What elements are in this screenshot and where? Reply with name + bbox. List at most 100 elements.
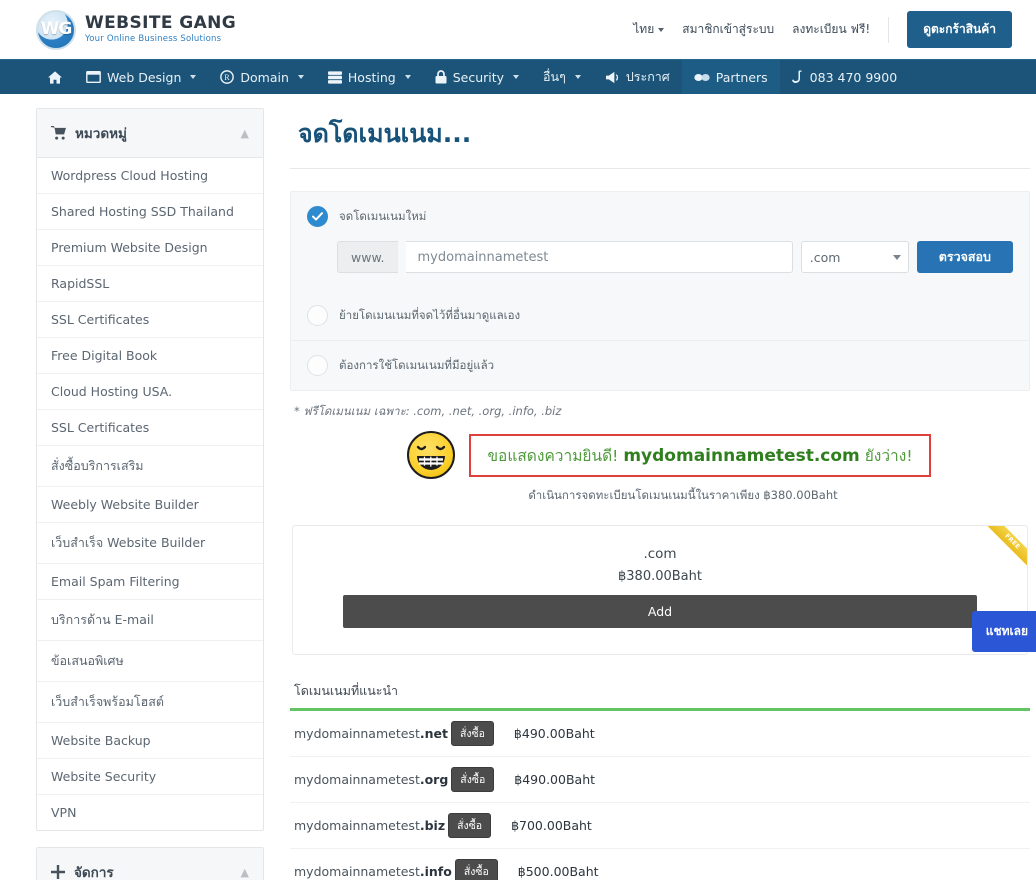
plus-icon: [51, 865, 65, 879]
radio-existing-domain[interactable]: [307, 355, 328, 376]
tld-card-name: .com: [643, 546, 677, 562]
sidebar-item-label: Shared Hosting SSD Thailand: [51, 204, 234, 219]
sidebar-item[interactable]: Website Backup: [37, 723, 263, 759]
tld-select-wrapper: .com .net .org .info .biz: [800, 241, 909, 273]
megaphone-icon: [605, 71, 620, 84]
sidebar-item-label: บริการด้าน E-mail: [51, 612, 154, 627]
language-selector[interactable]: ไทย: [633, 20, 665, 39]
option-label: จดโดเมนเนมใหม่: [339, 208, 427, 223]
sidebar-item-label: Weebly Website Builder: [51, 497, 199, 512]
nav-item-announcements[interactable]: ประกาศ: [593, 60, 682, 94]
order-button[interactable]: สั่งซื้อ: [451, 767, 495, 792]
nav-item-hosting[interactable]: Hosting: [316, 60, 423, 94]
nav-item-others[interactable]: อื่นๆ: [531, 60, 593, 94]
sidebar-item[interactable]: Wordpress Cloud Hosting: [37, 158, 263, 194]
sidebar-item-label: เว็บสำเร็จพร้อมโฮสต์: [51, 694, 164, 709]
sidebar-item[interactable]: Free Digital Book: [37, 338, 263, 374]
window-icon: [86, 71, 101, 83]
nav-label: Domain: [240, 69, 289, 85]
nav-item-home[interactable]: [36, 60, 74, 94]
suggestion-price: ฿500.00Baht: [517, 864, 599, 879]
suggestion-price: ฿490.00Baht: [514, 772, 596, 787]
sidebar-item-label: Website Security: [51, 769, 157, 784]
register-link[interactable]: ลงทะเบียน ฟรี!: [792, 20, 870, 39]
sidebar-item[interactable]: บริการด้าน E-mail: [37, 600, 263, 641]
sidebar-item[interactable]: Premium Website Design: [37, 230, 263, 266]
chevron-down-icon: [574, 75, 581, 79]
chevron-down-icon: [658, 27, 665, 32]
order-button[interactable]: สั่งซื้อ: [448, 813, 492, 838]
nav-item-phone[interactable]: 083 470 9900: [780, 60, 909, 94]
suggestion-domain: mydomainnametest.info: [294, 864, 452, 879]
sidebar-item[interactable]: Email Spam Filtering: [37, 564, 263, 600]
sidebar-item[interactable]: สั่งซื้อบริการเสริม: [37, 446, 263, 487]
corner-ribbon: FREE: [976, 526, 1027, 577]
chevron-up-icon[interactable]: ▲: [241, 127, 249, 140]
view-cart-button[interactable]: ดูตะกร้าสินค้า: [907, 11, 1012, 48]
sidebar-item[interactable]: Website Security: [37, 759, 263, 795]
sidebar-item-label: Premium Website Design: [51, 240, 208, 255]
sidebar-item[interactable]: ข้อเสนอพิเศษ: [37, 641, 263, 682]
sidebar-item-label: Email Spam Filtering: [51, 574, 180, 589]
nav-item-security[interactable]: Security: [423, 60, 531, 94]
suggestion-row: mydomainnametest.info สั่งซื้อ ฿500.00Ba…: [290, 849, 1030, 880]
option-new-domain[interactable]: จดโดเมนเนมใหม่: [291, 192, 1029, 241]
login-link[interactable]: สมาชิกเข้าสู่ระบบ: [682, 20, 774, 39]
suggestion-row: mydomainnametest.net สั่งซื้อ ฿490.00Bah…: [290, 711, 1030, 757]
sidebar-categories-header[interactable]: หมวดหมู่ ▲: [37, 109, 263, 158]
chevron-down-icon: [297, 75, 304, 79]
sidebar-item-label: Cloud Hosting USA.: [51, 384, 173, 399]
domain-name-input[interactable]: [405, 241, 793, 273]
suggestions-heading: โดเมนเนมที่แนะนำ: [294, 683, 399, 698]
domain-search-box: จดโดเมนเนมใหม่ www. .com .net .org .info…: [290, 191, 1030, 391]
nav-label: Security: [452, 69, 505, 85]
sidebar-manage-header[interactable]: จัดการ ▲: [37, 848, 263, 880]
availability-subtext: ดำเนินการจดทะเบียนโดเมนเนมนี้ในราคาเพียง…: [528, 488, 838, 502]
tld-card-price: ฿380.00Baht: [618, 569, 702, 584]
chevron-down-icon: [404, 75, 411, 79]
order-button[interactable]: สั่งซื้อ: [450, 721, 494, 746]
sidebar-item-label: Free Digital Book: [51, 348, 158, 363]
cart-icon: [51, 126, 66, 140]
tld-select[interactable]: .com .net .org .info .biz: [800, 241, 909, 273]
radio-transfer-domain[interactable]: [307, 305, 328, 326]
top-header-actions: ไทย สมาชิกเข้าสู่ระบบ ลงทะเบียน ฟรี! ดูต…: [633, 11, 1012, 48]
nav-item-web-design[interactable]: Web Design: [74, 60, 208, 94]
sidebar-item[interactable]: RapidSSL: [37, 266, 263, 302]
sidebar-item[interactable]: SSL Certificates: [37, 410, 263, 446]
chevron-up-icon[interactable]: ▲: [241, 866, 249, 879]
option-label: ต้องการใช้โดเมนเนมที่มีอยู่แล้ว: [339, 357, 495, 372]
page-root: WG WEBSITE GANG Your Online Business Sol…: [0, 0, 1036, 880]
suggestion-row: mydomainnametest.org สั่งซื้อ ฿490.00Bah…: [290, 757, 1030, 803]
top-header: WG WEBSITE GANG Your Online Business Sol…: [0, 0, 1036, 59]
nav-label: Web Design: [107, 69, 182, 85]
add-to-cart-button[interactable]: Add: [343, 595, 977, 628]
chevron-down-icon: [513, 75, 520, 79]
sidebar-item[interactable]: Cloud Hosting USA.: [37, 374, 263, 410]
suggestion-base: mydomainnametest: [294, 726, 420, 741]
order-button[interactable]: สั่งซื้อ: [454, 859, 498, 880]
suggestion-domain: mydomainnametest.biz: [294, 818, 445, 833]
site-logo[interactable]: WG WEBSITE GANG Your Online Business Sol…: [36, 9, 236, 50]
option-label: ย้ายโดเมนเนมที่จดไว้ที่อื่นมาดูแลเอง: [339, 307, 521, 322]
option-transfer-domain[interactable]: ย้ายโดเมนเนมที่จดไว้ที่อื่นมาดูแลเอง: [291, 291, 1029, 340]
check-availability-button[interactable]: ตรวจสอบ: [916, 241, 1013, 273]
sidebar-item[interactable]: เว็บสำเร็จพร้อมโฮสต์: [37, 682, 263, 723]
sidebar-item[interactable]: SSL Certificates: [37, 302, 263, 338]
option-existing-domain[interactable]: ต้องการใช้โดเมนเนมที่มีอยู่แล้ว: [291, 340, 1029, 390]
nav-item-domain[interactable]: R Domain: [208, 60, 316, 94]
sidebar-item[interactable]: Weebly Website Builder: [37, 487, 263, 523]
nav-label: อื่นๆ: [543, 69, 566, 84]
radio-new-domain[interactable]: [307, 206, 328, 227]
sidebar-item-label: RapidSSL: [51, 276, 110, 291]
chat-button[interactable]: แชทเลย: [971, 611, 1036, 652]
sidebar-item-label: Website Backup: [51, 733, 151, 748]
server-icon: [327, 70, 342, 84]
sidebar-item[interactable]: Shared Hosting SSD Thailand: [37, 194, 263, 230]
sidebar-item[interactable]: เว็บสำเร็จ Website Builder: [37, 523, 263, 564]
suggestion-domain: mydomainnametest.net: [294, 726, 448, 741]
nav-item-partners[interactable]: Partners: [681, 60, 780, 94]
sidebar-item[interactable]: VPN: [37, 795, 263, 830]
suggestion-price: ฿700.00Baht: [511, 818, 592, 833]
page-title: จดโดเมนเนม...: [298, 119, 472, 148]
